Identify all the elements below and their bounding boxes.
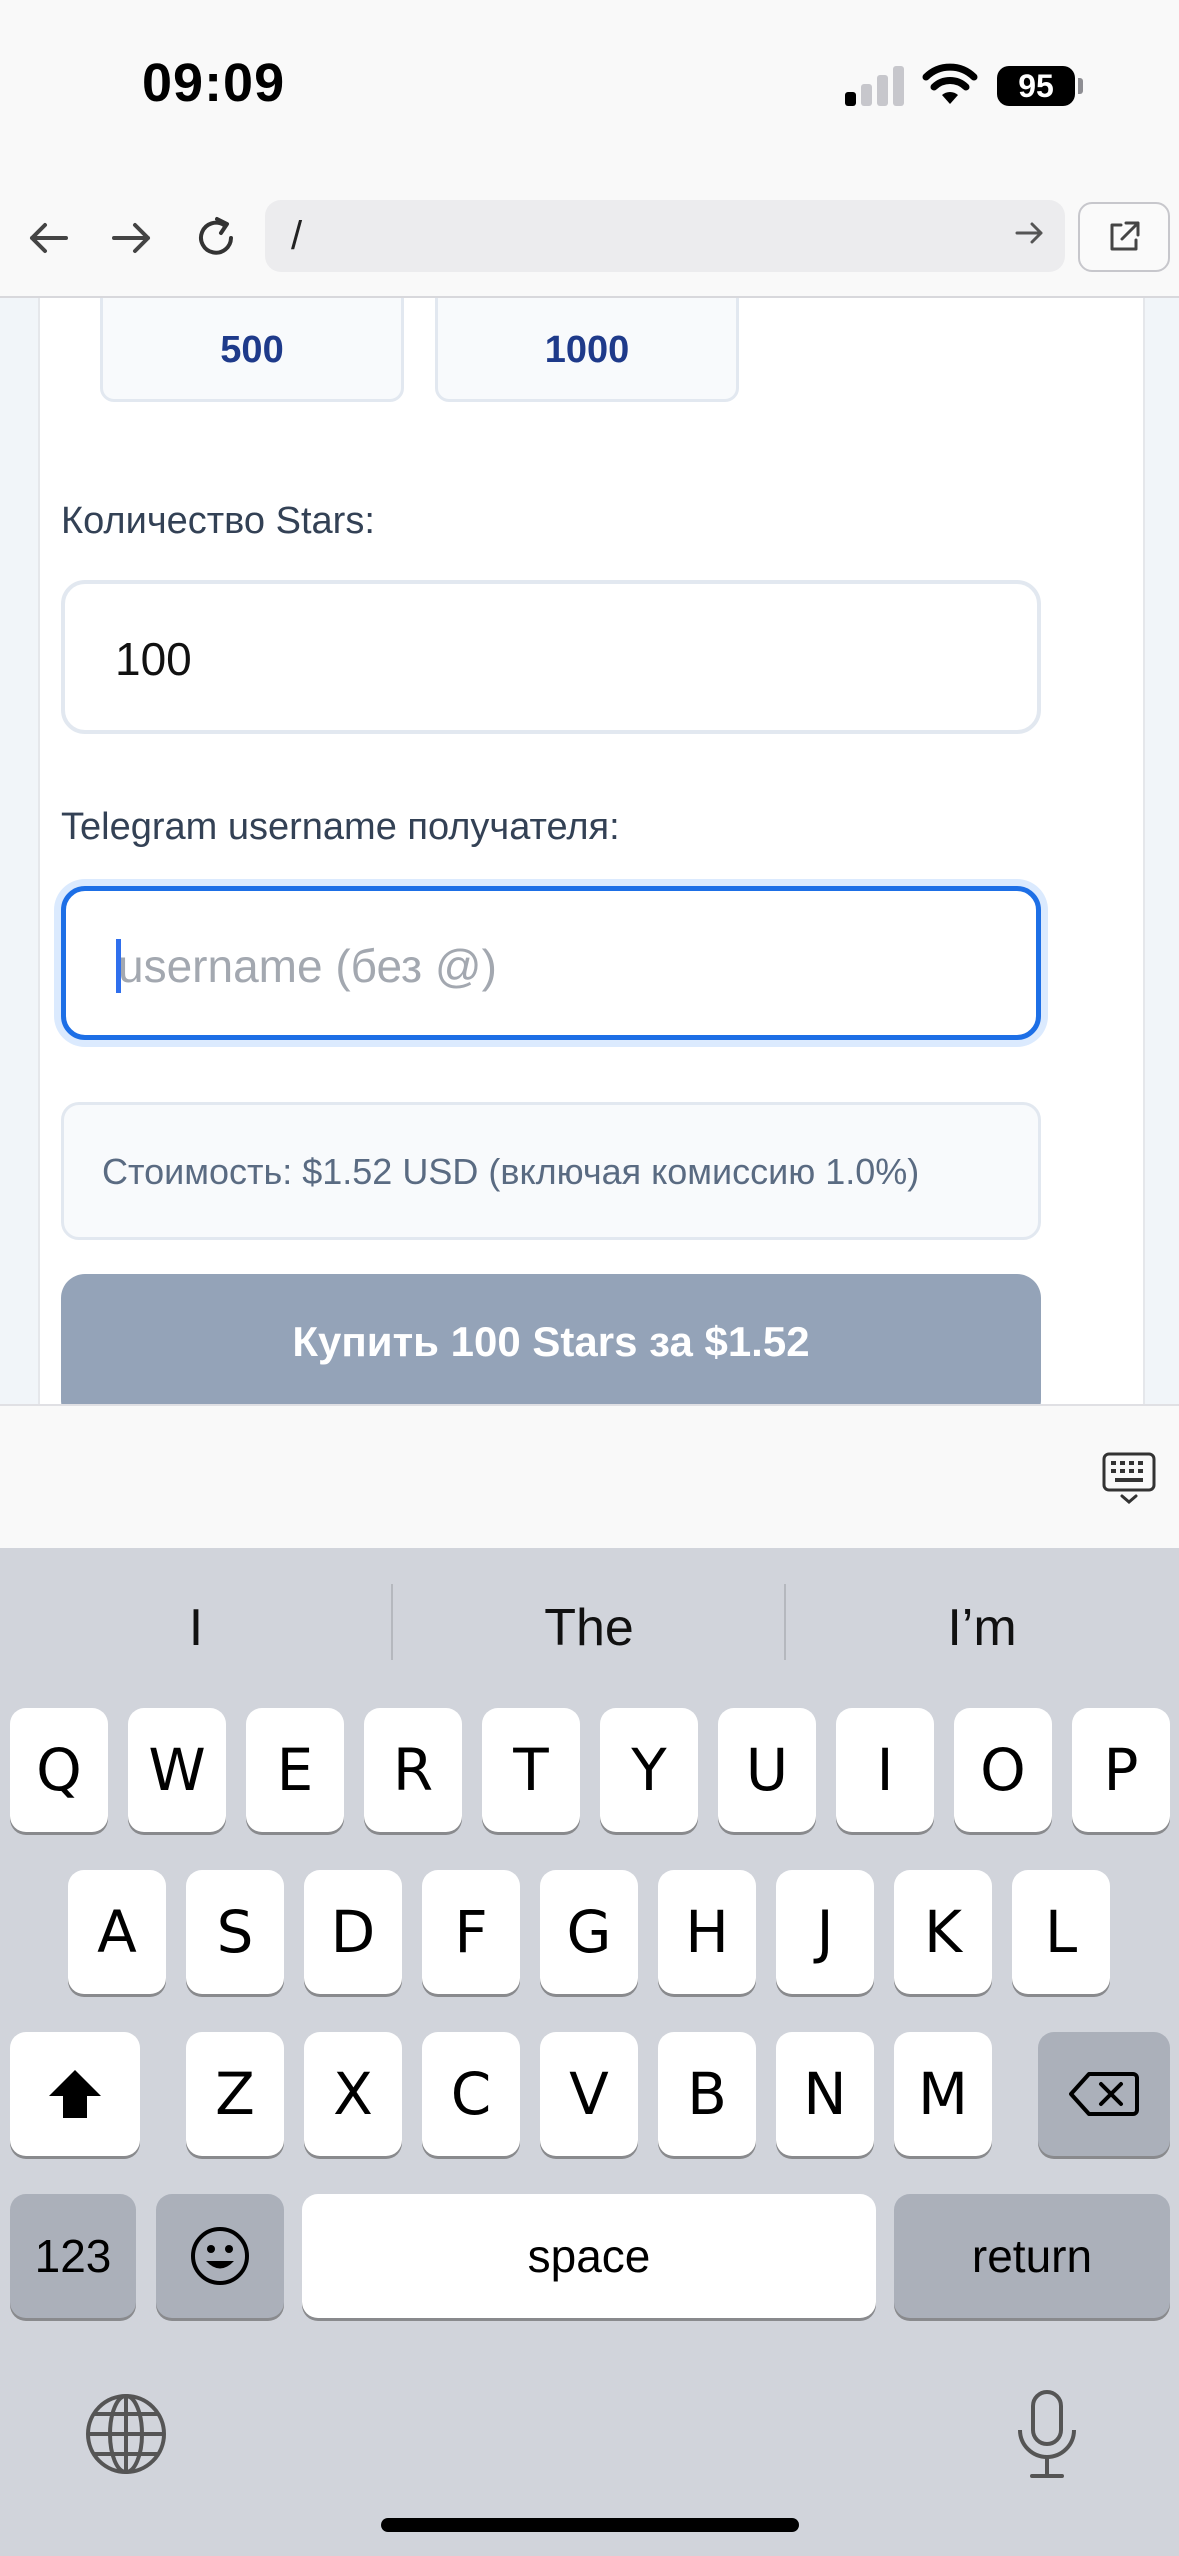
numbers-key[interactable]: 123 — [10, 2194, 136, 2318]
shift-key[interactable] — [10, 2032, 140, 2156]
battery-cap — [1078, 78, 1083, 94]
return-key[interactable]: return — [894, 2194, 1170, 2318]
key-r[interactable]: R — [364, 1708, 462, 1832]
url-bar[interactable]: / — [265, 200, 1065, 272]
emoji-icon — [191, 2227, 249, 2285]
key-c[interactable]: C — [422, 2032, 520, 2156]
backspace-key[interactable] — [1038, 2032, 1170, 2156]
reload-icon[interactable] — [188, 210, 244, 266]
key-q[interactable]: Q — [10, 1708, 108, 1832]
suggestion-1[interactable]: I — [0, 1598, 392, 1658]
space-key[interactable]: space — [302, 2194, 876, 2318]
key-x[interactable]: X — [304, 2032, 402, 2156]
key-f[interactable]: F — [422, 1870, 520, 1994]
go-arrow-icon[interactable] — [1015, 218, 1045, 248]
key-t[interactable]: T — [482, 1708, 580, 1832]
username-label: Telegram username получателя: — [61, 806, 620, 848]
url-text: / — [291, 214, 303, 258]
key-i[interactable]: I — [836, 1708, 934, 1832]
status-time: 09:09 — [142, 53, 286, 113]
key-s[interactable]: S — [186, 1870, 284, 1994]
forward-arrow-icon[interactable] — [104, 210, 160, 266]
key-m[interactable]: M — [894, 2032, 992, 2156]
key-g[interactable]: G — [540, 1870, 638, 1994]
text-caret — [116, 939, 121, 993]
key-k[interactable]: K — [894, 1870, 992, 1994]
suggestion-2[interactable]: The — [393, 1598, 785, 1658]
key-e[interactable]: E — [246, 1708, 344, 1832]
web-page: 500 1000 Количество Stars: 100 Telegram … — [0, 298, 1179, 1404]
key-u[interactable]: U — [718, 1708, 816, 1832]
key-l[interactable]: L — [1012, 1870, 1110, 1994]
backspace-icon — [1069, 2072, 1139, 2116]
cellular-signal-icon — [845, 62, 905, 106]
open-external-icon — [1110, 221, 1140, 251]
keyboard-accessory-bar — [0, 1404, 1179, 1550]
back-arrow-icon[interactable] — [20, 210, 76, 266]
key-n[interactable]: N — [776, 2032, 874, 2156]
battery-icon: 95 — [997, 66, 1075, 106]
key-h[interactable]: H — [658, 1870, 756, 1994]
emoji-key[interactable] — [156, 2194, 284, 2318]
username-input[interactable]: username (без @) — [61, 886, 1041, 1040]
home-indicator — [381, 2518, 799, 2532]
quantity-value: 100 — [115, 633, 192, 685]
microphone-icon[interactable] — [1014, 2388, 1080, 2482]
shift-icon — [49, 2070, 101, 2118]
key-z[interactable]: Z — [186, 2032, 284, 2156]
key-p[interactable]: P — [1072, 1708, 1170, 1832]
key-b[interactable]: B — [658, 2032, 756, 2156]
username-placeholder: username (без @) — [118, 940, 497, 992]
buy-button[interactable]: Купить 100 Stars за $1.52 — [61, 1274, 1041, 1404]
quantity-label: Количество Stars: — [61, 500, 375, 542]
key-a[interactable]: A — [68, 1870, 166, 1994]
key-y[interactable]: Y — [600, 1708, 698, 1832]
suggestion-3[interactable]: I’m — [786, 1598, 1178, 1658]
status-bar: 09:09 95 — [0, 0, 1179, 180]
quantity-input[interactable]: 100 — [61, 580, 1041, 734]
browser-toolbar: / — [0, 180, 1179, 298]
on-screen-keyboard: I The I’m Q W E R T Y U I O P A S D F G … — [0, 1548, 1179, 2556]
globe-icon[interactable] — [84, 2392, 168, 2476]
key-j[interactable]: J — [776, 1870, 874, 1994]
key-o[interactable]: O — [954, 1708, 1052, 1832]
keyboard-dismiss-icon[interactable] — [1101, 1450, 1157, 1506]
open-external-button[interactable] — [1078, 202, 1170, 272]
preset-500-button[interactable]: 500 — [100, 298, 404, 402]
preset-1000-button[interactable]: 1000 — [435, 298, 739, 402]
key-w[interactable]: W — [128, 1708, 226, 1832]
key-d[interactable]: D — [304, 1870, 402, 1994]
cost-text: Стоимость: $1.52 USD (включая комиссию 1… — [102, 1151, 920, 1192]
wifi-icon — [922, 63, 978, 104]
cost-box: Стоимость: $1.52 USD (включая комиссию 1… — [61, 1102, 1041, 1240]
key-v[interactable]: V — [540, 2032, 638, 2156]
